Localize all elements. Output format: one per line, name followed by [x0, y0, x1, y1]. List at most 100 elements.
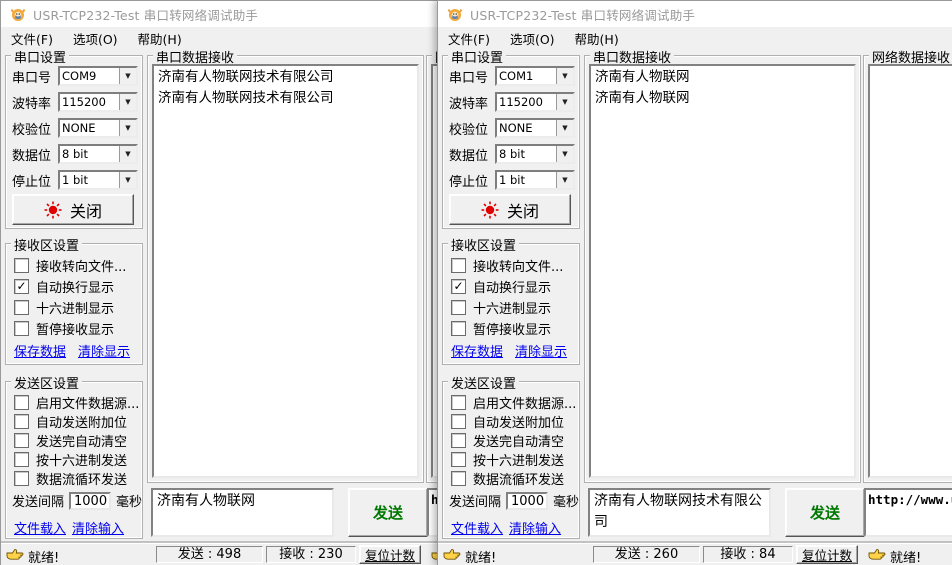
menu-options[interactable]: 选项(O)	[63, 27, 128, 50]
send-serial-button[interactable]: 发送	[785, 488, 865, 537]
checkbox-clear-after-send[interactable]	[451, 433, 466, 448]
checkbox-loop-send[interactable]	[14, 471, 29, 486]
network-url-input[interactable]: http://www.usr	[864, 488, 952, 537]
send-interval-unit: 毫秒	[116, 491, 142, 510]
parity-select[interactable]: NONE ▼	[58, 118, 138, 138]
checkbox-hex-display[interactable]	[451, 300, 466, 315]
receive-count: 接收 : 230	[266, 546, 356, 563]
baud-select[interactable]: 115200 ▼	[495, 92, 575, 112]
parity-select[interactable]: NONE ▼	[495, 118, 575, 138]
send-count: 发送 : 260	[593, 546, 700, 563]
serial-send-value: 济南有人物联网技术有限公司	[590, 490, 769, 534]
load-file-link[interactable]: 文件载入	[14, 518, 66, 537]
checkbox-file-data-source-label: 启用文件数据源...	[473, 393, 576, 412]
checkbox-hex-send[interactable]	[451, 452, 466, 467]
network-receive-area[interactable]	[868, 64, 952, 478]
ready-hand-icon	[443, 548, 461, 562]
serial-receive-area[interactable]: 济南有人物联网技术有限公司 济南有人物联网技术有限公司	[152, 64, 419, 478]
send-settings-group: 发送区设置 启用文件数据源... 自动发送附加位 发送完自动清空 按十六进制发送…	[5, 381, 143, 539]
checkbox-auto-send-append-label: 自动发送附加位	[36, 412, 127, 431]
dropdown-arrow-icon[interactable]: ▼	[556, 146, 573, 162]
checkbox-auto-newline[interactable]: ✓	[451, 279, 466, 294]
checkbox-loop-send[interactable]	[451, 471, 466, 486]
checkbox-auto-send-append-label: 自动发送附加位	[473, 412, 564, 431]
dropdown-arrow-icon[interactable]: ▼	[119, 146, 136, 162]
serial-send-input[interactable]: 济南有人物联网	[151, 488, 334, 537]
send-interval-input[interactable]: 1000	[506, 492, 548, 510]
send-interval-input[interactable]: 1000	[69, 492, 111, 510]
close-port-button-label: 关闭	[70, 198, 102, 222]
reset-counter-button[interactable]: 复位计数	[796, 545, 858, 564]
window-title: USR-TCP232-Test 串口转网络调试助手	[33, 5, 258, 24]
parity-value: NONE	[497, 120, 556, 136]
receive-settings-group: 接收区设置 接收转向文件... ✓ 自动换行显示 十六进制显示 暂停接收显示 保…	[442, 243, 580, 365]
title-bar[interactable]: USR-TCP232-Test 串口转网络调试助手	[438, 1, 952, 27]
close-port-button[interactable]: 关闭	[449, 194, 571, 225]
stopbits-select[interactable]: 1 bit ▼	[495, 170, 575, 190]
clear-input-link[interactable]: 清除输入	[72, 518, 124, 537]
network-ready-status: 就绪!	[890, 547, 921, 565]
checkbox-auto-send-append[interactable]	[451, 414, 466, 429]
baud-value: 115200	[60, 94, 119, 110]
databits-value: 8 bit	[60, 146, 119, 162]
ready-hand-icon	[6, 548, 24, 562]
checkbox-clear-after-send[interactable]	[14, 433, 29, 448]
serial-ready-status: 就绪!	[28, 547, 59, 565]
send-interval-unit: 毫秒	[553, 491, 579, 510]
parity-value: NONE	[60, 120, 119, 136]
load-file-link[interactable]: 文件载入	[451, 518, 503, 537]
send-count: 发送 : 498	[156, 546, 263, 563]
menu-options[interactable]: 选项(O)	[500, 27, 565, 50]
dropdown-arrow-icon[interactable]: ▼	[556, 172, 573, 188]
checkbox-file-data-source[interactable]	[451, 395, 466, 410]
stopbits-value: 1 bit	[60, 172, 119, 188]
baud-label: 波特率	[449, 93, 495, 112]
checkbox-auto-newline[interactable]: ✓	[14, 279, 29, 294]
checkbox-auto-send-append[interactable]	[14, 414, 29, 429]
checkbox-receive-to-file[interactable]	[14, 258, 29, 273]
send-serial-button[interactable]: 发送	[348, 488, 428, 537]
clear-display-link[interactable]: 清除显示	[78, 341, 130, 360]
checkbox-pause-receive[interactable]	[14, 321, 29, 336]
baud-value: 115200	[497, 94, 556, 110]
checkbox-pause-receive-label: 暂停接收显示	[36, 319, 114, 338]
checkbox-pause-receive[interactable]	[451, 321, 466, 336]
send-serial-button-label: 发送	[810, 502, 840, 523]
clear-input-link[interactable]: 清除输入	[509, 518, 561, 537]
app-icon	[447, 6, 463, 22]
app-icon	[10, 6, 26, 22]
clear-display-link[interactable]: 清除显示	[515, 341, 567, 360]
checkbox-hex-send[interactable]	[14, 452, 29, 467]
reset-counter-button[interactable]: 复位计数	[359, 545, 421, 564]
status-bar: 就绪! 发送 : 260 接收 : 84 复位计数 就绪!	[438, 543, 952, 565]
checkbox-file-data-source[interactable]	[14, 395, 29, 410]
checkbox-receive-to-file-label: 接收转向文件...	[473, 256, 563, 275]
close-port-button[interactable]: 关闭	[12, 194, 134, 225]
dropdown-arrow-icon[interactable]: ▼	[119, 68, 136, 84]
checkbox-receive-to-file[interactable]	[451, 258, 466, 273]
databits-label: 数据位	[12, 145, 58, 164]
serial-send-input[interactable]: 济南有人物联网技术有限公司	[588, 488, 771, 537]
databits-select[interactable]: 8 bit ▼	[58, 144, 138, 164]
stopbits-select[interactable]: 1 bit ▼	[58, 170, 138, 190]
serial-receive-area[interactable]: 济南有人物联网 济南有人物联网	[589, 64, 856, 478]
dropdown-arrow-icon[interactable]: ▼	[119, 172, 136, 188]
checkbox-hex-display-label: 十六进制显示	[473, 298, 551, 317]
save-data-link[interactable]: 保存数据	[14, 341, 66, 360]
dropdown-arrow-icon[interactable]: ▼	[556, 68, 573, 84]
serial-settings-group: 串口设置 串口号 COM9 ▼ 波特率 115200 ▼ 校验位 NONE	[5, 55, 143, 229]
dropdown-arrow-icon[interactable]: ▼	[556, 120, 573, 136]
port-select[interactable]: COM9 ▼	[58, 66, 138, 86]
databits-value: 8 bit	[497, 146, 556, 162]
port-select[interactable]: COM1 ▼	[495, 66, 575, 86]
baud-select[interactable]: 115200 ▼	[58, 92, 138, 112]
dropdown-arrow-icon[interactable]: ▼	[119, 94, 136, 110]
stopbits-value: 1 bit	[497, 172, 556, 188]
checkbox-hex-display[interactable]	[14, 300, 29, 315]
send-interval-label: 发送间隔	[12, 491, 64, 510]
dropdown-arrow-icon[interactable]: ▼	[119, 120, 136, 136]
dropdown-arrow-icon[interactable]: ▼	[556, 94, 573, 110]
send-settings-group: 发送区设置 启用文件数据源... 自动发送附加位 发送完自动清空 按十六进制发送…	[442, 381, 580, 539]
databits-select[interactable]: 8 bit ▼	[495, 144, 575, 164]
save-data-link[interactable]: 保存数据	[451, 341, 503, 360]
